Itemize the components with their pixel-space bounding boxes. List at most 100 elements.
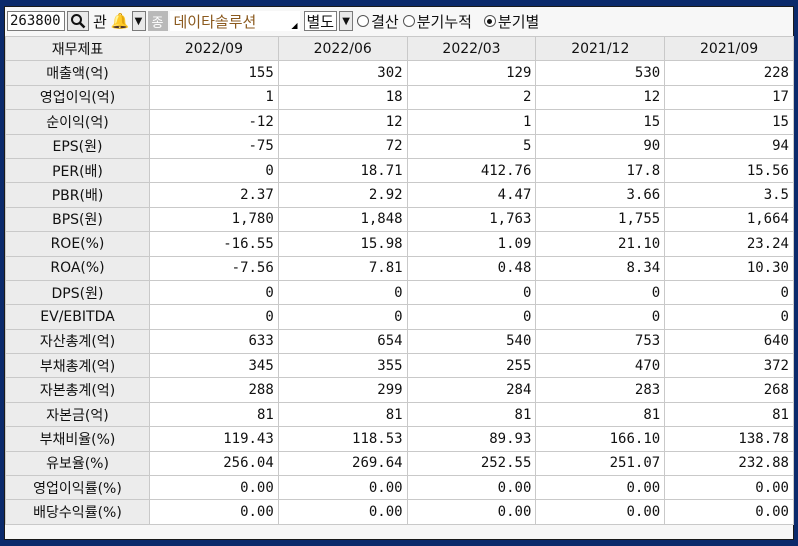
table-cell: 81 xyxy=(149,401,279,428)
table-cell: 0.00 xyxy=(149,499,279,525)
table-row[interactable]: PBR(배) 2.37 2.92 4.47 3.66 3.5 xyxy=(5,182,794,208)
table-cell: 12 xyxy=(535,84,666,111)
radio-settlement[interactable]: 결산 xyxy=(357,11,399,32)
table-cell: 3.66 xyxy=(535,182,666,208)
table-row[interactable]: 순이익(억) -12 12 1 15 15 xyxy=(5,109,794,135)
row-label: BPS(원) xyxy=(5,206,150,233)
table-cell: 0 xyxy=(406,279,537,306)
column-header[interactable]: 2022/06 xyxy=(277,35,408,62)
row-label: ROA(%) xyxy=(5,255,150,281)
radio-selected-icon xyxy=(483,15,496,27)
table-cell: 81 xyxy=(664,401,794,428)
table-row[interactable]: 자본금(억) 81 81 81 81 81 xyxy=(5,401,794,428)
table-row[interactable]: DPS(원) 0 0 0 0 0 xyxy=(5,279,794,306)
table-cell: 232.88 xyxy=(664,450,794,477)
column-header[interactable]: 2021/09 xyxy=(664,35,794,62)
column-header[interactable]: 2021/12 xyxy=(535,35,666,62)
table-cell: 0.00 xyxy=(535,499,666,525)
table-cell: 0 xyxy=(535,304,666,330)
table-cell: -12 xyxy=(149,109,279,135)
table-cell: 10.30 xyxy=(664,255,794,281)
stock-code-input[interactable]: 263800 xyxy=(7,11,65,31)
table-cell: 255 xyxy=(406,353,537,379)
separate-dropdown-button[interactable]: ▼ xyxy=(339,11,354,31)
table-cell: 3.5 xyxy=(664,182,794,208)
table-cell: 251.07 xyxy=(535,450,666,477)
financial-table: 재무제표 2022/09 2022/06 2022/03 2021/12 202… xyxy=(5,35,794,525)
separate-select[interactable]: 별도 xyxy=(303,11,338,31)
table-row[interactable]: 영업이익(억) 1 18 2 12 17 xyxy=(5,84,794,111)
table-cell: 372 xyxy=(664,353,794,379)
table-row[interactable]: PER(배) 0 18.71 412.76 17.8 15.56 xyxy=(5,157,794,184)
corner-triangle-icon: ◢ xyxy=(291,21,298,30)
radio-label: 분기누적 xyxy=(416,12,472,31)
table-row[interactable]: 부채총계(억) 345 355 255 470 372 xyxy=(5,353,794,379)
radio-quarterly[interactable]: 분기별 xyxy=(483,11,540,32)
table-row[interactable]: ROE(%) -16.55 15.98 1.09 21.10 23.24 xyxy=(5,231,794,257)
table-cell: 0.00 xyxy=(664,475,794,501)
search-button[interactable] xyxy=(67,11,89,31)
table-cell: 12 xyxy=(277,109,408,135)
table-row[interactable]: 자본총계(억) 288 299 284 283 268 xyxy=(5,377,794,403)
bell-dropdown-button[interactable]: ▼ xyxy=(131,11,146,31)
radio-icon xyxy=(357,15,370,27)
radio-label: 분기별 xyxy=(497,12,540,31)
toolbar: 263800 관 🔔 ▼ 종 데이타솔루션 ◢ 별도 ▼ 결산 분기누적 분기별 xyxy=(5,7,793,35)
table-row[interactable]: 배당수익률(%) 0.00 0.00 0.00 0.00 0.00 xyxy=(5,499,794,525)
table-row[interactable]: 매출액(억) 155 302 129 530 228 xyxy=(5,60,794,86)
table-row[interactable]: 자산총계(억) 633 654 540 753 640 xyxy=(5,328,794,355)
table-cell: 2 xyxy=(406,84,537,111)
table-row[interactable]: ROA(%) -7.56 7.81 0.48 8.34 10.30 xyxy=(5,255,794,281)
table-cell: 0 xyxy=(664,304,794,330)
row-label: PER(배) xyxy=(5,157,150,184)
table-cell: 15.56 xyxy=(664,157,794,184)
company-name-field[interactable]: 데이타솔루션 ◢ xyxy=(169,11,300,31)
table-cell: 1,755 xyxy=(535,206,666,233)
table-row[interactable]: BPS(원) 1,780 1,848 1,763 1,755 1,664 xyxy=(5,206,794,233)
table-cell: 18 xyxy=(277,84,408,111)
table-cell: 355 xyxy=(277,353,408,379)
radio-icon xyxy=(402,15,415,27)
row-label: 자산총계(억) xyxy=(5,328,150,355)
jung-badge: 종 xyxy=(147,11,168,31)
table-cell: 284 xyxy=(406,377,537,403)
table-cell: 90 xyxy=(535,133,666,159)
table-cell: 81 xyxy=(406,401,537,428)
table-cell: 753 xyxy=(535,328,666,355)
table-cell: 0 xyxy=(149,157,279,184)
row-label: 자본금(억) xyxy=(5,401,150,428)
table-cell: 81 xyxy=(535,401,666,428)
bell-icon[interactable]: 🔔 xyxy=(111,12,130,30)
table-cell: 72 xyxy=(277,133,408,159)
table-row[interactable]: 부채비율(%) 119.43 118.53 89.93 166.10 138.78 xyxy=(5,426,794,452)
table-cell: 412.76 xyxy=(406,157,537,184)
table-row[interactable]: 영업이익률(%) 0.00 0.00 0.00 0.00 0.00 xyxy=(5,475,794,501)
table-cell: 0 xyxy=(664,279,794,306)
row-label: 부채비율(%) xyxy=(5,426,150,452)
table-cell: 0 xyxy=(406,304,537,330)
table-cell: 345 xyxy=(149,353,279,379)
table-cell: 654 xyxy=(277,328,408,355)
table-row[interactable]: 유보율(%) 256.04 269.64 252.55 251.07 232.88 xyxy=(5,450,794,477)
table-cell: 470 xyxy=(535,353,666,379)
table-cell: 7.81 xyxy=(277,255,408,281)
table-cell: 18.71 xyxy=(277,157,408,184)
column-header[interactable]: 2022/03 xyxy=(406,35,537,62)
table-cell: 4.47 xyxy=(406,182,537,208)
table-cell: 256.04 xyxy=(149,450,279,477)
table-cell: 0.00 xyxy=(535,475,666,501)
table-cell: 1.09 xyxy=(406,231,537,257)
search-icon xyxy=(71,14,86,29)
column-header[interactable]: 2022/09 xyxy=(149,35,279,62)
kwan-label[interactable]: 관 xyxy=(91,11,109,32)
table-row[interactable]: EPS(원) -75 72 5 90 94 xyxy=(5,133,794,159)
table-cell: 0 xyxy=(277,279,408,306)
row-label: 유보율(%) xyxy=(5,450,150,477)
table-cell: 633 xyxy=(149,328,279,355)
table-cell: 1 xyxy=(406,109,537,135)
table-cell: 540 xyxy=(406,328,537,355)
row-label: 순이익(억) xyxy=(5,109,150,135)
table-cell: 0.00 xyxy=(277,475,408,501)
radio-quarterly-cumulative[interactable]: 분기누적 xyxy=(402,11,472,32)
table-row[interactable]: EV/EBITDA 0 0 0 0 0 xyxy=(5,304,794,330)
